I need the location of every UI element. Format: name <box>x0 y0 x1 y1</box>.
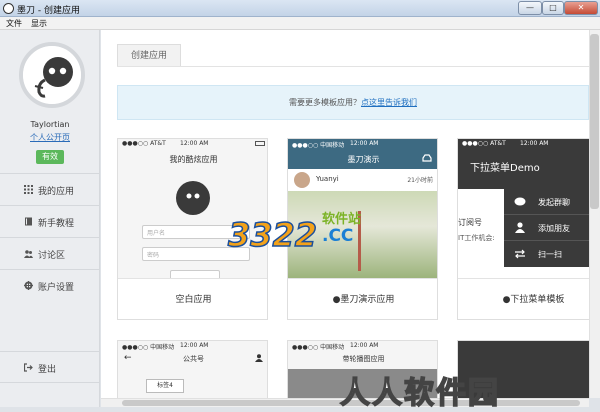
tab-create-app[interactable]: 创建应用 <box>117 44 181 66</box>
card-label: ●下拉菜单模板 <box>458 279 589 319</box>
battery-icon <box>255 141 265 146</box>
template-card-dropdown[interactable]: ●●●○○ AT&T 12:00 AM 下拉菜单Demo 订阅号 IT工作机会:… <box>457 138 589 320</box>
sidebar-item-my-apps[interactable]: 我的应用 <box>0 173 100 205</box>
status-carrier: ●●●○○ AT&T <box>122 140 166 147</box>
app-window: 墨刀 - 创建应用 — □ ✕ 文件 显示 Taylortian 个人公开页 有… <box>0 0 600 412</box>
status-bar: ●●●○○ 中国移动 12:00 AM <box>118 341 267 351</box>
preview-title: 带轮播图应用 <box>342 355 385 363</box>
bg-text: IT工作机会: <box>458 234 495 242</box>
preview-button <box>170 270 220 278</box>
watermark-cn: 软件站 <box>322 212 362 227</box>
banner-text: 需要更多模板应用？ <box>289 98 361 107</box>
preview-title: 墨刀演示 <box>347 155 380 164</box>
grid-icon <box>24 185 33 194</box>
tab-divider <box>117 66 589 67</box>
status-carrier: ●●●○○ 中国移动 <box>122 344 175 351</box>
window-title: 墨刀 - 创建应用 <box>17 6 80 16</box>
user-icon <box>515 222 525 233</box>
card-label-text: 下拉菜单模板 <box>510 295 565 305</box>
sidebar-item-label: 讨论区 <box>38 251 66 261</box>
chat-icon <box>514 197 526 206</box>
user-icon <box>255 354 263 362</box>
avatar[interactable] <box>19 42 85 108</box>
sidebar-item-logout[interactable]: 登出 <box>0 351 100 383</box>
status-time: 12:00 AM <box>180 140 209 147</box>
status-bar: ●●●○○ 中国移动 12:00 AM <box>288 341 437 351</box>
status-time: 12:00 AM <box>520 140 549 147</box>
minimize-button[interactable]: — <box>518 1 542 15</box>
watermark-logo: 3322 软件站 .CC <box>227 208 370 256</box>
tag-chip: 标签4 <box>146 379 184 393</box>
username: Taylortian <box>30 120 70 129</box>
card-label-text: 墨刀演示应用 <box>340 295 395 305</box>
template-card-public-account[interactable]: ●●●○○ 中国移动 12:00 AM ← 公共号 标签4 <box>117 340 268 398</box>
sidebar-item-label: 新手教程 <box>38 219 75 229</box>
status-time: 12:00 AM <box>180 342 209 349</box>
gear-icon <box>24 281 33 290</box>
menu-view[interactable]: 显示 <box>31 18 47 29</box>
watermark-number: 3322 <box>227 215 318 255</box>
robot-avatar-icon <box>23 46 81 104</box>
preview-title: 下拉菜单Demo <box>470 163 540 174</box>
users-icon <box>24 250 33 258</box>
card-preview: ●●●○○ AT&T 12:00 AM 下拉菜单Demo 订阅号 IT工作机会:… <box>458 139 589 279</box>
card-label: ●墨刀演示应用 <box>288 279 437 319</box>
inbox-icon <box>422 154 432 162</box>
maximize-button[interactable]: □ <box>542 1 564 15</box>
app-logo-icon <box>3 3 14 14</box>
preview-title: 公共号 <box>183 355 204 363</box>
sidebar-item-tutorial[interactable]: 新手教程 <box>0 205 100 237</box>
watermark-text: 人人软件园 <box>339 375 500 412</box>
menu-item-label: 添加朋友 <box>538 224 570 233</box>
sidebar-item-label: 账户设置 <box>38 283 75 293</box>
robot-logo-icon <box>176 181 210 215</box>
sidebar-item-forum[interactable]: 讨论区 <box>0 237 100 269</box>
swap-arrows-icon <box>515 249 525 259</box>
preview-title: 我的酷炫应用 <box>169 155 218 164</box>
template-request-banner: 需要更多模板应用？点这里告诉我们 <box>117 85 589 120</box>
status-badge: 有效 <box>36 150 64 164</box>
status-time: 12:00 AM <box>350 140 379 147</box>
status-bar: ●●●○○ AT&T 12:00 AM <box>118 139 267 148</box>
menu-item-label: 扫一扫 <box>538 250 562 259</box>
menu-file[interactable]: 文件 <box>6 18 22 29</box>
status-bar: ●●●○○ AT&T 12:00 AM <box>458 139 589 148</box>
logout-label: 登出 <box>38 365 57 375</box>
banner-link[interactable]: 点这里告诉我们 <box>361 98 417 107</box>
status-carrier: ●●●○○ 中国移动 <box>292 344 345 351</box>
sidebar: Taylortian 个人公开页 有效 我的应用 新手教程 讨论区 账户设置 登… <box>0 30 100 407</box>
bg-text: 订阅号 <box>458 218 482 227</box>
card-label: 空白应用 <box>175 295 212 305</box>
sidebar-item-label: 我的应用 <box>38 187 75 197</box>
post-user: Yuanyi <box>316 175 339 183</box>
book-icon <box>25 217 32 226</box>
post-header: Yuanyi 21小时前 <box>288 169 437 191</box>
post-time: 21小时前 <box>407 177 433 184</box>
status-bar: ●●●○○ 中国移动 12:00 AM <box>288 139 437 149</box>
logout-icon <box>24 363 33 372</box>
dropdown-menu: 发起群聊 添加朋友 扫一扫 <box>504 189 589 267</box>
title-bar: 墨刀 - 创建应用 — □ ✕ <box>0 0 600 17</box>
menu-bar: 文件 显示 <box>0 17 600 30</box>
sidebar-item-account-settings[interactable]: 账户设置 <box>0 269 100 301</box>
username-placeholder: 用户名 <box>147 230 166 237</box>
vertical-scroll-thumb[interactable] <box>590 34 599 209</box>
menu-item-scan: 扫一扫 <box>504 241 589 267</box>
status-carrier: ●●●○○ 中国移动 <box>292 142 345 149</box>
public-page-link[interactable]: 个人公开页 <box>0 132 100 143</box>
menu-item-label: 发起群聊 <box>538 198 570 207</box>
status-carrier: ●●●○○ AT&T <box>462 140 506 147</box>
user-avatar <box>294 172 310 188</box>
menu-item-group-chat: 发起群聊 <box>504 189 589 215</box>
close-button[interactable]: ✕ <box>564 1 598 15</box>
watermark-tld: .CC <box>322 226 354 246</box>
status-time: 12:00 AM <box>350 342 379 349</box>
card-preview: ●●●○○ 中国移动 12:00 AM ← 公共号 标签4 <box>118 341 267 398</box>
menu-item-add-friend: 添加朋友 <box>504 215 589 241</box>
password-placeholder: 密码 <box>147 252 160 259</box>
